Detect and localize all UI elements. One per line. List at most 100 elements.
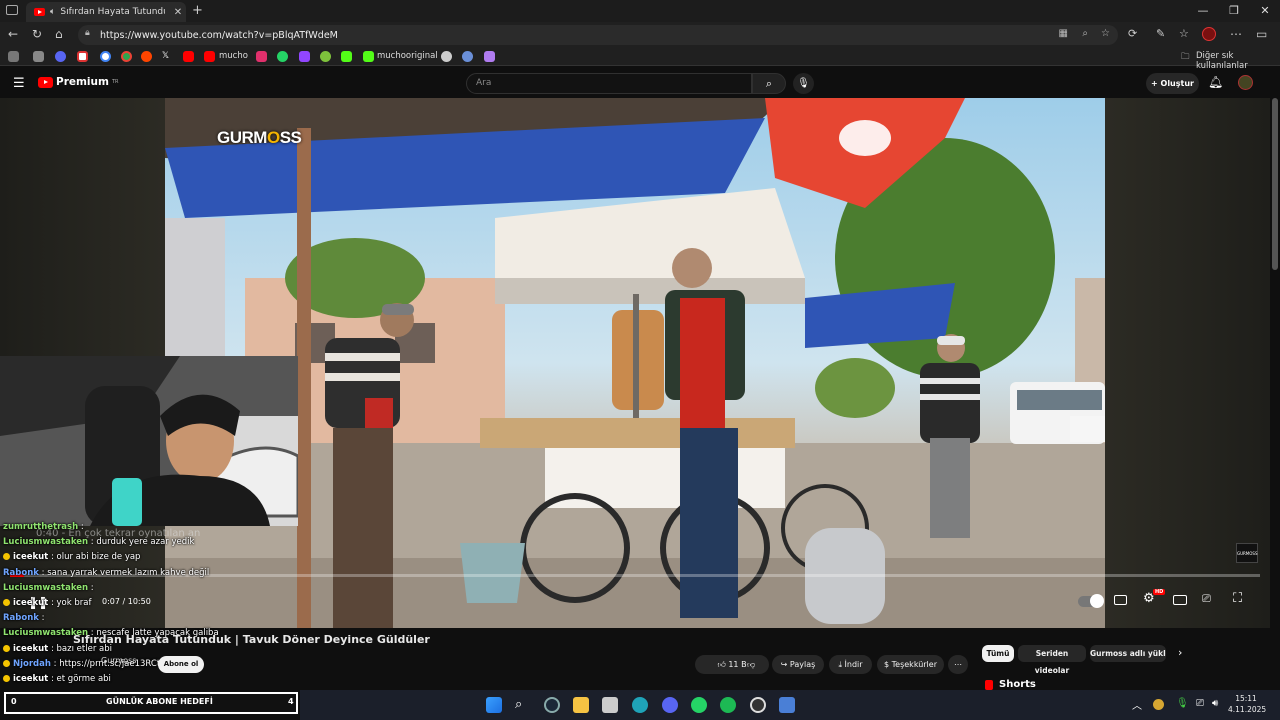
youtube-logo[interactable]: Premium TR (38, 76, 118, 88)
chat-badge-icon (3, 659, 10, 667)
edge-icon[interactable] (632, 697, 648, 713)
chat-separator: : (48, 674, 57, 684)
chips-next-icon[interactable]: › (1178, 646, 1182, 659)
more-actions-button[interactable]: ⋯ (948, 655, 968, 674)
discord-taskbar-icon[interactable] (662, 697, 678, 713)
watermark-text: GURMOSS (217, 128, 302, 147)
thanks-button[interactable]: $ Teşekkürler (877, 655, 944, 674)
create-button[interactable]: + Oluştur (1146, 73, 1199, 94)
menu-icon[interactable]: ☰ (13, 76, 25, 91)
tray-app-icon[interactable] (1153, 699, 1164, 710)
bookmark-icon-swirl[interactable] (462, 51, 473, 62)
speaker-icon[interactable]: 🔈︎ (50, 7, 55, 17)
like-count: 11 B (728, 660, 747, 669)
chip-series[interactable]: Seriden videolar (1018, 645, 1086, 675)
obs-icon[interactable] (750, 697, 766, 713)
tray-chevron-icon[interactable]: ︿ (1132, 697, 1142, 712)
bookmark-icon-feather[interactable] (484, 51, 495, 62)
page-scrollbar[interactable] (1272, 98, 1278, 270)
search-taskbar-icon[interactable]: ⌕ (515, 697, 531, 713)
subtitles-icon[interactable] (1114, 595, 1127, 605)
twitch-bookmark-icon[interactable] (299, 51, 310, 62)
search-icon[interactable]: ⌕ (752, 73, 786, 94)
chat-username: iceekut (13, 598, 49, 608)
bookmark-icon-star[interactable] (320, 51, 331, 62)
webcam-overlay (0, 356, 298, 526)
download-button[interactable]: ⤓ İndir (829, 655, 872, 674)
subscribe-button[interactable]: Abone ol (158, 656, 204, 673)
miniplayer-icon[interactable] (1173, 595, 1187, 605)
extension-puzzle-icon[interactable]: ✎ (1156, 27, 1165, 40)
bookmark-icon-1[interactable] (8, 51, 19, 62)
channel-branding-icon[interactable]: GURMOSS (1236, 543, 1258, 563)
new-tab-button[interactable]: + (192, 3, 203, 18)
reddit-bookmark-icon[interactable] (141, 51, 152, 62)
back-icon[interactable]: ← (8, 27, 18, 41)
account-avatar[interactable] (1238, 75, 1253, 90)
spotify-icon[interactable] (720, 697, 736, 713)
reload-icon[interactable]: ↻ (32, 27, 42, 41)
reader-icon[interactable]: ▦ (1059, 28, 1068, 39)
store-icon[interactable] (602, 697, 618, 713)
more-options-icon[interactable]: ⋯ (1230, 27, 1242, 41)
kick-bookmark-icon-2[interactable] (363, 51, 374, 62)
maximize-button[interactable]: ❐ (1219, 4, 1249, 17)
sidebar-icon[interactable]: ▭ (1256, 27, 1267, 41)
tray-mic-icon[interactable]: 🎙︎ (1176, 698, 1189, 709)
dislike-icon[interactable]: 👎︎ (747, 655, 755, 674)
bookmark-muchooriginal[interactable]: muchooriginal (377, 51, 438, 61)
whatsapp-taskbar-icon[interactable] (691, 697, 707, 713)
kick-bookmark-icon[interactable] (341, 51, 352, 62)
file-explorer-icon[interactable] (573, 697, 589, 713)
extensions-icon[interactable]: ⟳ (1128, 27, 1137, 40)
search-input[interactable]: Ara (466, 73, 752, 94)
chat-message: Rabonk : (3, 613, 45, 623)
channel-name[interactable]: Gurmoss (101, 656, 136, 665)
chrome-bookmark-icon[interactable] (121, 51, 132, 62)
chat-separator: : (38, 567, 48, 578)
discord-bookmark-icon[interactable] (55, 51, 66, 62)
bookmark-icon-2[interactable] (33, 51, 44, 62)
youtube-bookmark-icon[interactable] (183, 51, 194, 62)
folder-icon: 🗀︎ (1181, 52, 1190, 62)
home-icon[interactable]: ⌂ (55, 27, 63, 41)
google-bookmark-icon[interactable] (100, 51, 111, 62)
minimize-button[interactable]: — (1188, 4, 1218, 17)
like-button[interactable]: 👍︎ 11 B 👎︎ (695, 655, 769, 674)
system-clock[interactable]: 15:11 4.11.2025 (1228, 693, 1266, 715)
x-bookmark-icon[interactable]: 𝕏 (162, 51, 169, 61)
profile-avatar[interactable] (1202, 27, 1216, 41)
favorites-icon[interactable]: ☆ (1179, 27, 1189, 40)
tray-volume-icon[interactable]: 🔊︎ (1212, 698, 1218, 709)
thanks-icon: $ (884, 660, 892, 669)
chat-username: iceekut (13, 643, 49, 654)
url-field[interactable]: 🔒︎ https://www.youtube.com/watch?v=pBlqA… (78, 25, 1118, 45)
steam-icon[interactable] (544, 697, 560, 713)
quality-badge: HD (1153, 589, 1166, 595)
chat-badge-icon (3, 675, 10, 682)
browser-tab[interactable]: 🔈︎ Sıfırdan Hayata Tutunduk | T ✕ (26, 2, 186, 22)
zoom-icon[interactable]: ⌕ (1082, 28, 1088, 39)
microphone-icon[interactable]: 🎙︎ (793, 73, 814, 94)
shorts-heading[interactable]: Shorts (999, 679, 1036, 690)
bookmark-icon-gear[interactable] (441, 51, 452, 62)
youtube-bookmark-icon-2[interactable] (204, 51, 215, 62)
cast-icon[interactable]: ⎚ (1202, 592, 1211, 606)
bookmark-mucho[interactable]: mucho (219, 51, 248, 61)
app-taskbar-icon[interactable] (779, 697, 795, 713)
gmail-bookmark-icon[interactable] (77, 51, 88, 62)
tray-network-icon[interactable]: ⎚ (1196, 698, 1204, 709)
start-icon[interactable] (486, 697, 502, 713)
instagram-bookmark-icon[interactable] (256, 51, 267, 62)
tab-actions-icon[interactable] (6, 5, 18, 15)
favorite-star-icon[interactable]: ☆ (1101, 28, 1110, 39)
close-tab-icon[interactable]: ✕ (170, 7, 186, 18)
share-button[interactable]: ↪ Paylaş (772, 655, 824, 674)
chip-all[interactable]: Tümü (982, 645, 1014, 662)
fullscreen-icon[interactable]: ⛶ (1233, 591, 1242, 606)
close-window-button[interactable]: ✕ (1250, 4, 1280, 17)
whatsapp-bookmark-icon[interactable] (277, 51, 288, 62)
chip-uploader[interactable]: Gurmoss adlı yükleyici (1090, 645, 1166, 662)
notifications-bell-icon[interactable]: 🔔︎ (1208, 75, 1223, 89)
chat-message: Luciusmwastaken : durduk yere azar yedik (3, 537, 194, 547)
